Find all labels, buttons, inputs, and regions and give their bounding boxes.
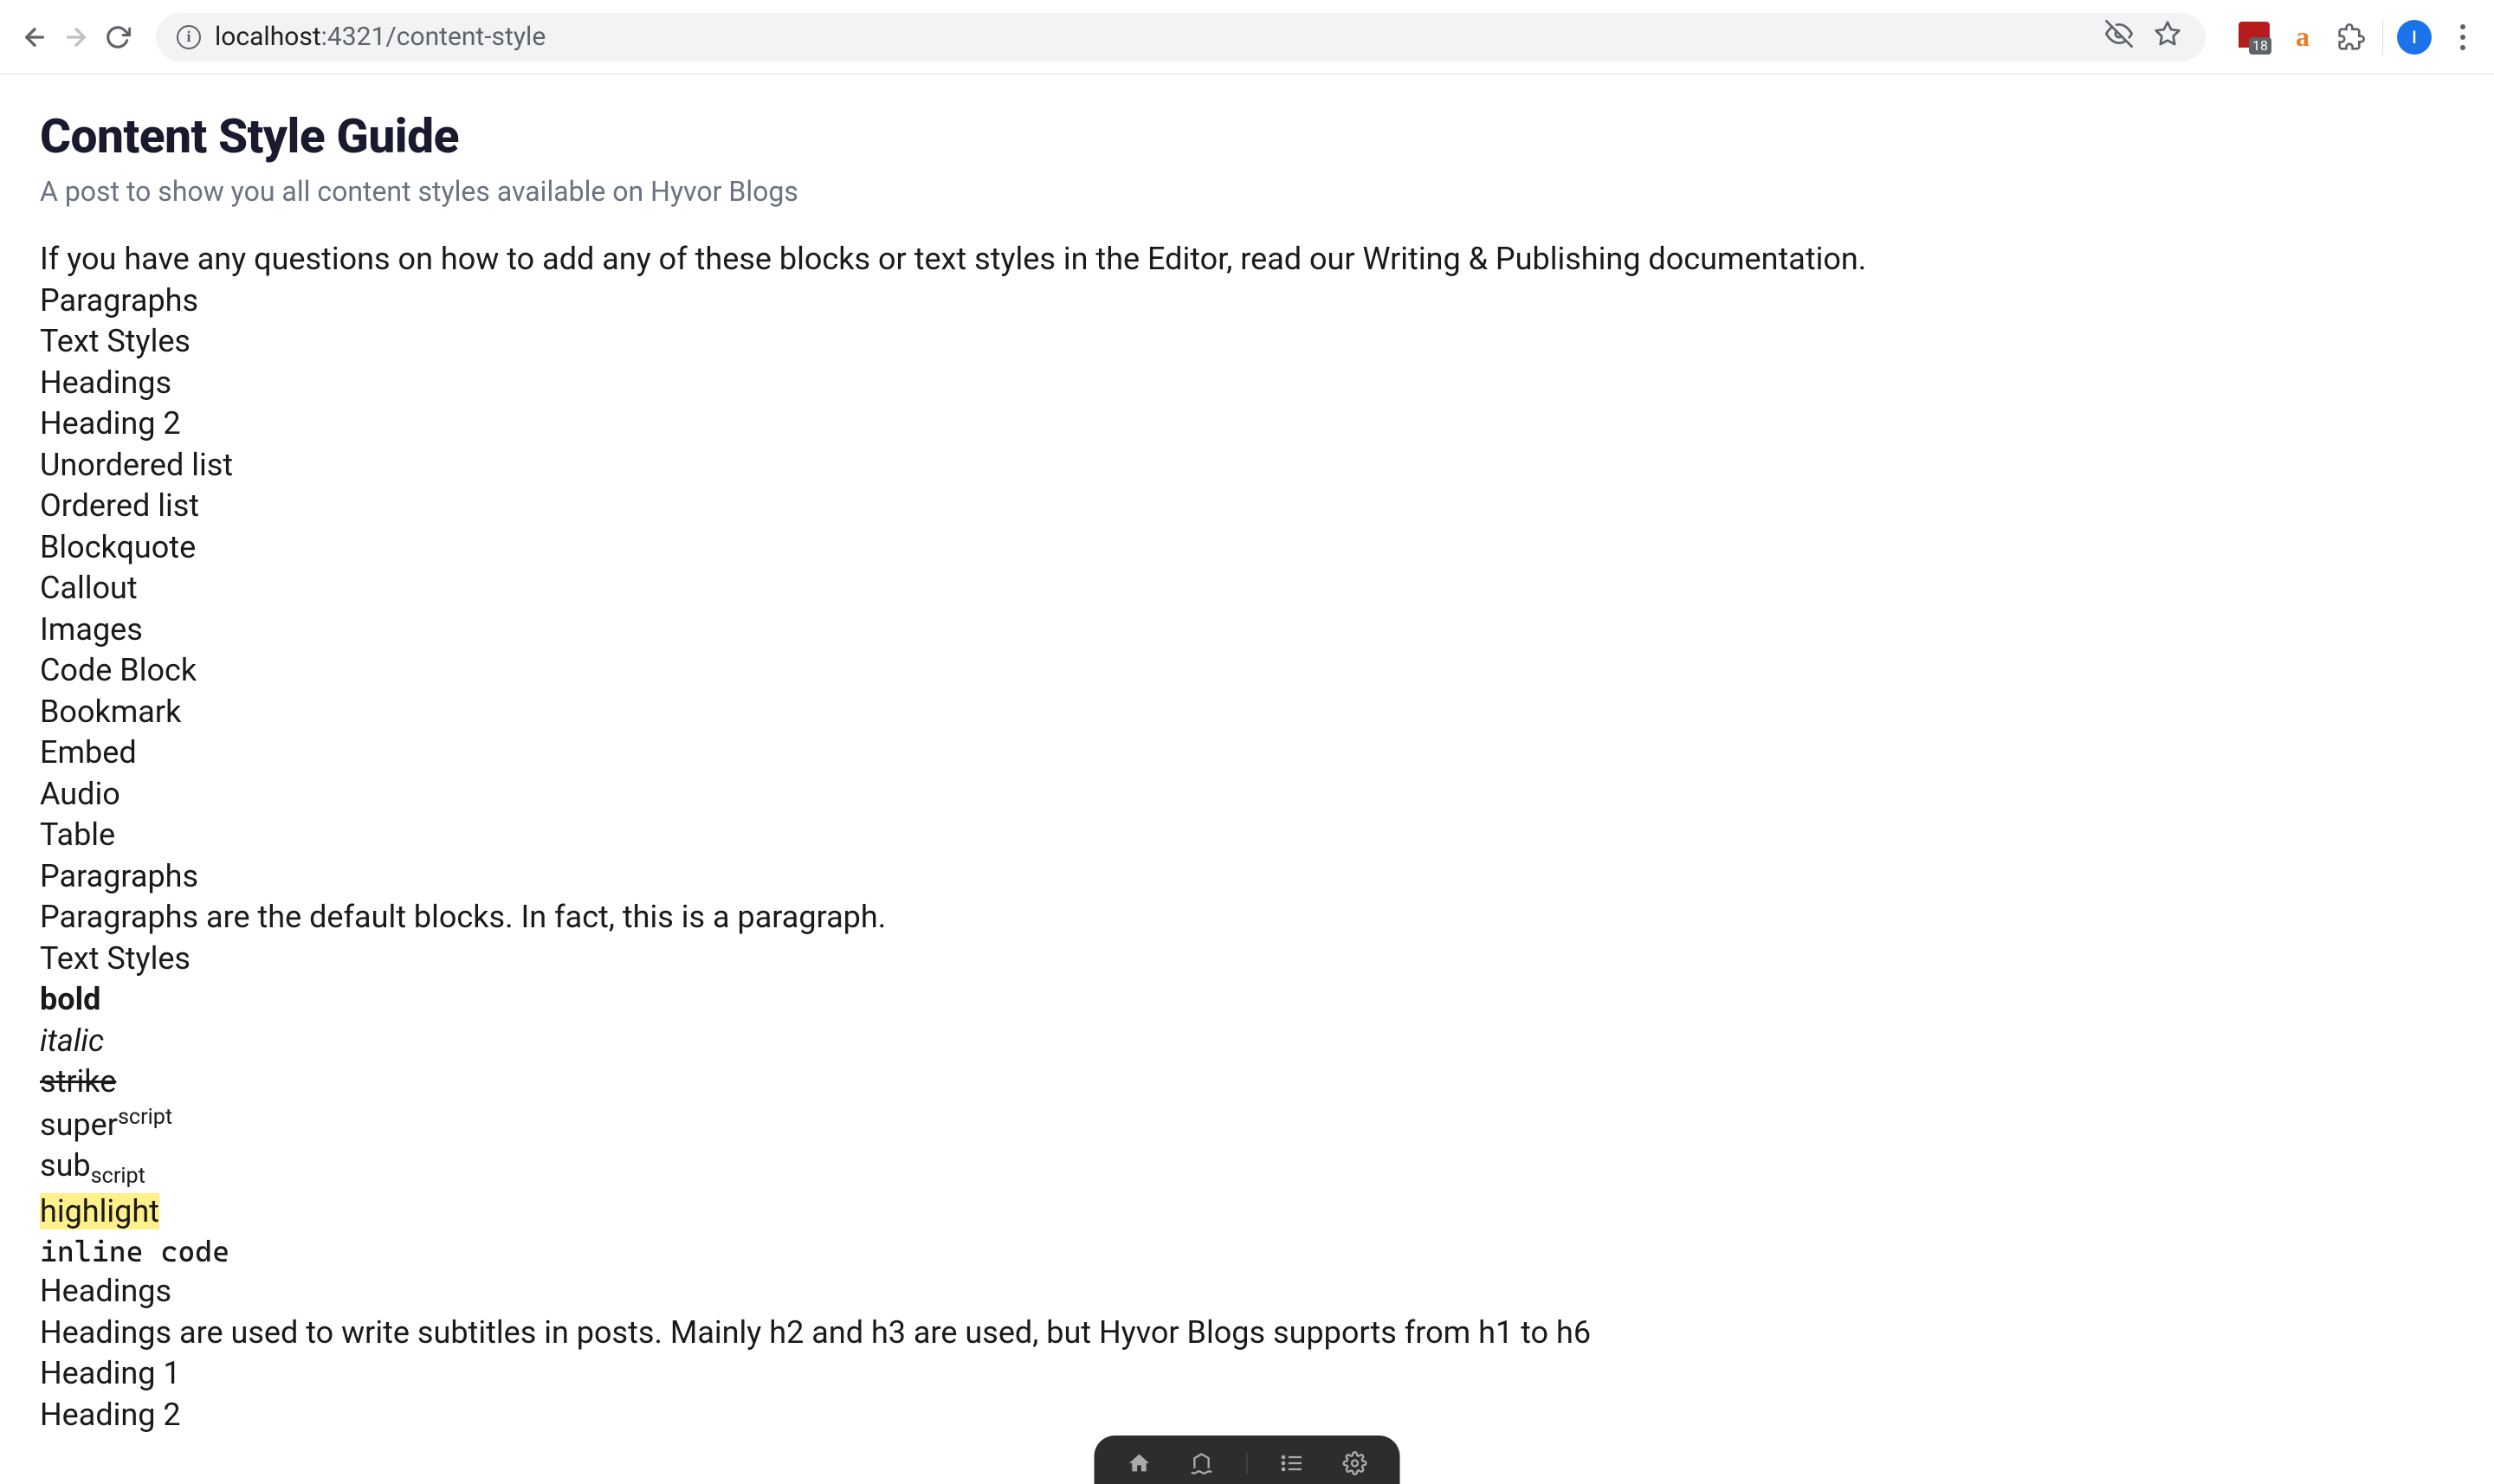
- eye-off-icon[interactable]: [2102, 20, 2136, 55]
- profile-avatar[interactable]: I: [2397, 20, 2432, 55]
- style-superscript: superscript: [40, 1103, 2454, 1146]
- toolbar-right: 18 a I: [2223, 20, 2480, 55]
- toc-item[interactable]: Bookmark: [40, 692, 2454, 733]
- url-path: /content-style: [385, 22, 546, 52]
- section-heading-paragraphs: Paragraphs: [40, 856, 2454, 898]
- headings-description: Headings are used to write subtitles in …: [40, 1313, 2454, 1354]
- dock-gear-icon[interactable]: [1338, 1449, 1373, 1477]
- bottom-dock: [1095, 1436, 1400, 1484]
- dock-ship-icon[interactable]: [1185, 1449, 1219, 1477]
- extension-a-icon[interactable]: a: [2285, 20, 2320, 55]
- toc-item[interactable]: Headings: [40, 363, 2454, 404]
- url-host: localhost: [215, 22, 321, 52]
- style-subscript: subscript: [40, 1145, 2454, 1190]
- toc-item[interactable]: Ordered list: [40, 486, 2454, 527]
- address-bar[interactable]: i localhost:4321/content-style: [156, 13, 2206, 61]
- toc-item[interactable]: Blockquote: [40, 527, 2454, 569]
- heading-sample-2: Heading 2: [40, 1395, 2454, 1436]
- url-port: :4321: [321, 22, 386, 52]
- dock-list-icon[interactable]: [1276, 1449, 1310, 1477]
- page-content: Content Style Guide A post to show you a…: [0, 74, 2494, 1470]
- paragraphs-description: Paragraphs are the default blocks. In fa…: [40, 897, 2454, 939]
- forward-button[interactable]: [55, 16, 97, 58]
- toc-item[interactable]: Heading 2: [40, 403, 2454, 445]
- style-inline-code: inline code: [40, 1232, 2454, 1271]
- bookmark-star-icon[interactable]: [2150, 20, 2185, 55]
- extension-badge-count: 18: [2249, 37, 2271, 55]
- toc-item[interactable]: Unordered list: [40, 445, 2454, 487]
- style-highlight: highlight: [40, 1191, 2454, 1233]
- page-subtitle: A post to show you all content styles av…: [40, 175, 2454, 208]
- heading-sample-1: Heading 1: [40, 1353, 2454, 1395]
- toc-item[interactable]: Code Block: [40, 650, 2454, 692]
- dock-home-icon[interactable]: [1122, 1449, 1157, 1477]
- toc-item[interactable]: Paragraphs: [40, 281, 2454, 322]
- browser-menu-icon[interactable]: [2446, 20, 2480, 55]
- toc-item[interactable]: Audio: [40, 774, 2454, 816]
- section-heading-headings: Headings: [40, 1271, 2454, 1313]
- style-italic: italic: [40, 1021, 2454, 1062]
- toc-item[interactable]: Text Styles: [40, 321, 2454, 363]
- style-bold: bold: [40, 979, 2454, 1021]
- extension-badge-icon[interactable]: 18: [2237, 20, 2271, 55]
- url-text: localhost:4321/content-style: [215, 22, 2088, 52]
- toc-item[interactable]: Table: [40, 815, 2454, 856]
- reload-button[interactable]: [97, 16, 139, 58]
- toc-item[interactable]: Embed: [40, 732, 2454, 774]
- dock-divider: [1247, 1453, 1248, 1474]
- intro-text: If you have any questions on how to add …: [40, 239, 2454, 281]
- page-title: Content Style Guide: [40, 109, 2454, 165]
- browser-toolbar: i localhost:4321/content-style 18 a I: [0, 0, 2494, 74]
- toolbar-divider: [2382, 20, 2383, 55]
- back-button[interactable]: [14, 16, 55, 58]
- toc-item[interactable]: Images: [40, 610, 2454, 651]
- toc-item[interactable]: Callout: [40, 568, 2454, 610]
- extensions-puzzle-icon[interactable]: [2334, 20, 2368, 55]
- site-info-icon[interactable]: i: [177, 25, 201, 49]
- style-strike: strike: [40, 1061, 2454, 1103]
- section-heading-textstyles: Text Styles: [40, 939, 2454, 980]
